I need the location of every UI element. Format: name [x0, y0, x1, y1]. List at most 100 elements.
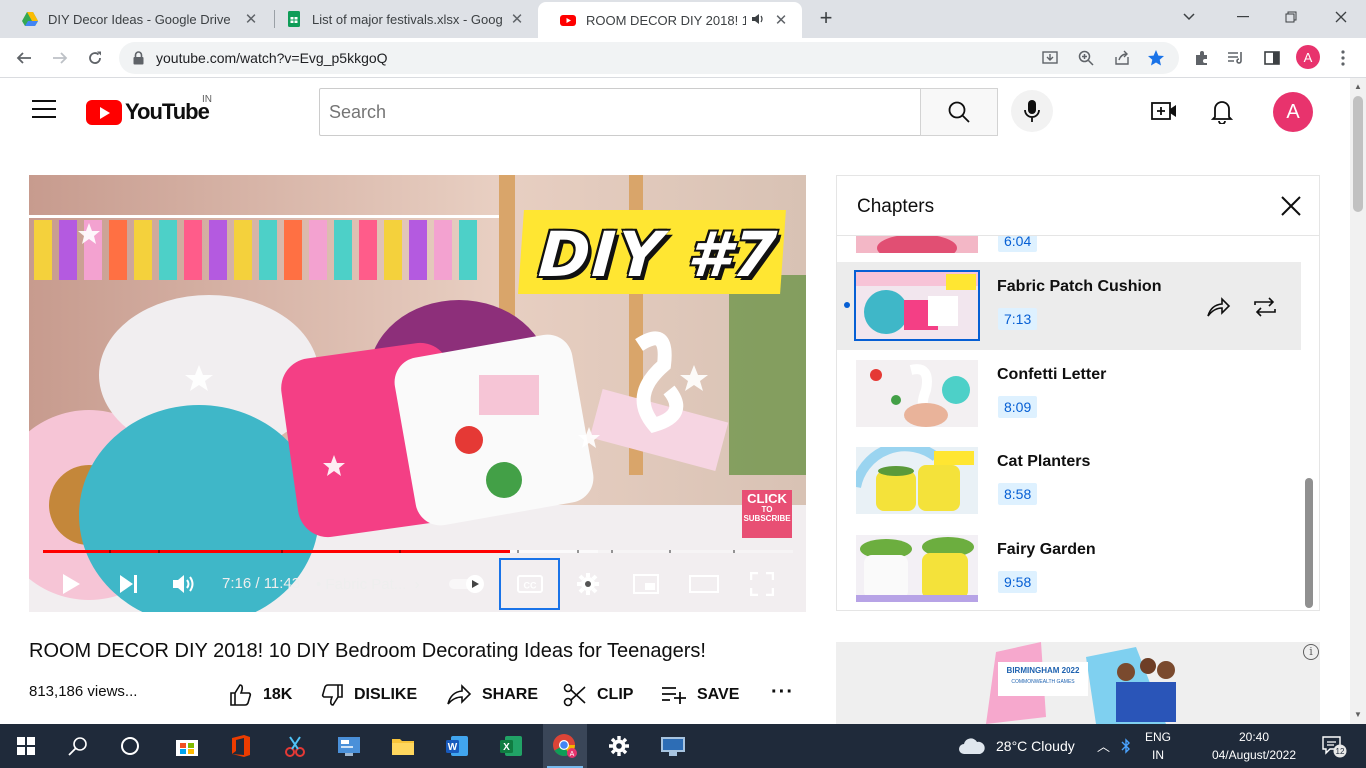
file-explorer-icon[interactable] [381, 724, 425, 768]
forward-arrow-icon[interactable] [48, 46, 72, 70]
loop-chapter-icon[interactable] [1252, 294, 1278, 320]
miniplayer-icon[interactable] [628, 568, 664, 600]
windows-start-icon[interactable] [4, 724, 48, 768]
microsoft-store-icon[interactable] [165, 724, 209, 768]
theater-mode-icon[interactable] [686, 568, 722, 600]
reading-list-icon[interactable] [1224, 46, 1248, 70]
address-bar[interactable]: youtube.com/watch?v=Evg_p5kkgoQ [119, 42, 1179, 74]
play-icon[interactable] [53, 568, 89, 600]
chapter-item-confetti-letter[interactable]: Confetti Letter 8:09 [837, 350, 1301, 438]
notifications-center-icon[interactable]: 12 [1316, 724, 1352, 768]
chapter-timestamp[interactable]: 9:58 [998, 571, 1038, 593]
tab-google-drive[interactable]: DIY Decor Ideas - Google Drive ✕ [0, 0, 272, 38]
show-hidden-icons-icon[interactable]: ︿ [1097, 736, 1110, 755]
volume-icon[interactable] [167, 568, 203, 600]
scroll-up-icon[interactable]: ▲ [1354, 82, 1362, 91]
subscribe-watermark[interactable]: CLICK TO SUBSCRIBE [742, 490, 792, 538]
chapter-item-fabric-patch-cushion[interactable]: Fabric Patch Cushion 7:13 [837, 262, 1301, 350]
share-icon[interactable] [1205, 294, 1231, 320]
account-avatar[interactable]: A [1273, 92, 1313, 132]
chapter-timestamp[interactable]: 8:58 [998, 483, 1038, 505]
bluetooth-icon[interactable] [1113, 724, 1139, 768]
create-video-icon[interactable] [1150, 97, 1178, 125]
chapter-timestamp[interactable]: 8:09 [998, 396, 1038, 418]
now-playing-dot [844, 302, 850, 308]
advertisement-banner[interactable]: BIRMINGHAM 2022 COMMONWEALTH GAMES [836, 642, 1320, 724]
close-icon[interactable] [1279, 194, 1303, 218]
lock-icon[interactable] [133, 51, 144, 65]
voice-search-button[interactable] [1011, 90, 1053, 132]
taskbar-search-icon[interactable] [56, 724, 100, 768]
extensions-icon[interactable] [1190, 46, 1214, 70]
share-page-icon[interactable] [1113, 49, 1131, 67]
scroll-down-icon[interactable]: ▼ [1354, 710, 1362, 719]
chapters-scrollbar-thumb[interactable] [1305, 478, 1313, 608]
task-view-icon[interactable] [108, 724, 152, 768]
chapter-item-fairy-garden[interactable]: Fairy Garden 9:58 [837, 525, 1301, 610]
back-arrow-icon[interactable] [12, 46, 36, 70]
save-button[interactable]: SAVE [661, 682, 739, 708]
office-icon[interactable] [219, 724, 263, 768]
restore-window-icon[interactable] [1266, 0, 1316, 34]
settings-gear-taskbar-icon[interactable] [597, 724, 641, 768]
dislike-button[interactable]: DISLIKE [320, 682, 417, 708]
chapters-header: Chapters [837, 176, 1319, 236]
view-count[interactable]: 813,186 views... [29, 683, 137, 700]
bookmark-star-icon[interactable] [1147, 49, 1165, 67]
search-button[interactable] [920, 88, 998, 136]
autoplay-toggle[interactable] [447, 574, 487, 594]
weather-text[interactable]: 28°C Cloudy [996, 738, 1075, 754]
youtube-header: YouTube IN A [0, 78, 1350, 146]
youtube-logo[interactable]: YouTube IN [86, 94, 212, 125]
search-input[interactable] [320, 89, 920, 135]
snipping-tool-icon[interactable] [273, 724, 317, 768]
browser-tab-strip: DIY Decor Ideas - Google Drive ✕ List of… [0, 0, 1366, 38]
weather-cloud-icon[interactable] [956, 724, 988, 768]
search-box[interactable] [319, 88, 921, 136]
menu-hamburger-icon[interactable] [32, 100, 56, 122]
zoom-icon[interactable] [1077, 49, 1095, 67]
new-tab-button[interactable]: + [814, 7, 838, 31]
like-button[interactable]: 18K [229, 682, 292, 708]
chrome-taskbar-icon[interactable]: A [543, 724, 587, 768]
chapter-item-cat-planters[interactable]: Cat Planters 8:58 [837, 437, 1301, 525]
control-panel-icon[interactable] [327, 724, 371, 768]
clip-button[interactable]: CLIP [563, 682, 633, 708]
reload-icon[interactable] [83, 46, 107, 70]
tab-google-sheets[interactable]: List of major festivals.xlsx - Goog ✕ [264, 0, 538, 38]
close-tab-icon[interactable]: ✕ [772, 11, 790, 29]
close-window-icon[interactable] [1316, 0, 1366, 34]
audio-playing-icon[interactable] [752, 13, 766, 28]
excel-icon[interactable]: X [489, 724, 533, 768]
subtitles-cc-icon[interactable]: CC [499, 558, 560, 610]
page-scrollbar[interactable]: ▲ ▼ [1350, 78, 1366, 724]
side-panel-icon[interactable] [1260, 46, 1284, 70]
page-scroll-thumb[interactable] [1353, 96, 1363, 212]
notifications-bell-icon[interactable] [1208, 97, 1236, 125]
svg-text:BIRMINGHAM 2022: BIRMINGHAM 2022 [1007, 666, 1080, 675]
clock[interactable]: 20:40 04/August/2022 [1206, 730, 1302, 762]
next-video-icon[interactable] [111, 568, 147, 600]
browser-profile-avatar[interactable]: A [1296, 45, 1320, 69]
more-actions-icon[interactable]: ··· [771, 681, 794, 704]
remote-desktop-icon[interactable] [651, 724, 695, 768]
tab-youtube-active[interactable]: ROOM DECOR DIY 2018! 10 ✕ [538, 2, 802, 38]
settings-gear-icon[interactable] [570, 568, 606, 600]
browser-menu-icon[interactable] [1331, 46, 1355, 70]
ad-info-icon[interactable]: i [1303, 644, 1319, 660]
tab-search-icon[interactable] [1164, 0, 1214, 34]
current-chapter-button[interactable]: • Fabric Pat... › [316, 576, 420, 593]
close-tab-icon[interactable]: ✕ [242, 10, 260, 28]
progress-bar[interactable] [43, 550, 793, 553]
share-button[interactable]: SHARE [446, 682, 538, 708]
tab-title: ROOM DECOR DIY 2018! 10 [586, 12, 746, 28]
close-tab-icon[interactable]: ✕ [508, 10, 526, 28]
minimize-window-icon[interactable] [1218, 0, 1268, 34]
microphone-icon [1024, 100, 1040, 122]
install-app-icon[interactable] [1041, 49, 1059, 67]
fullscreen-icon[interactable] [744, 568, 780, 600]
video-player[interactable]: DIY #7 CLICK TO SUBSCRIBE 7:16 / 11:43 •… [29, 175, 806, 612]
word-icon[interactable]: W [435, 724, 479, 768]
language-indicator[interactable]: ENG IN [1143, 730, 1173, 762]
chapter-timestamp[interactable]: 7:13 [998, 308, 1038, 330]
